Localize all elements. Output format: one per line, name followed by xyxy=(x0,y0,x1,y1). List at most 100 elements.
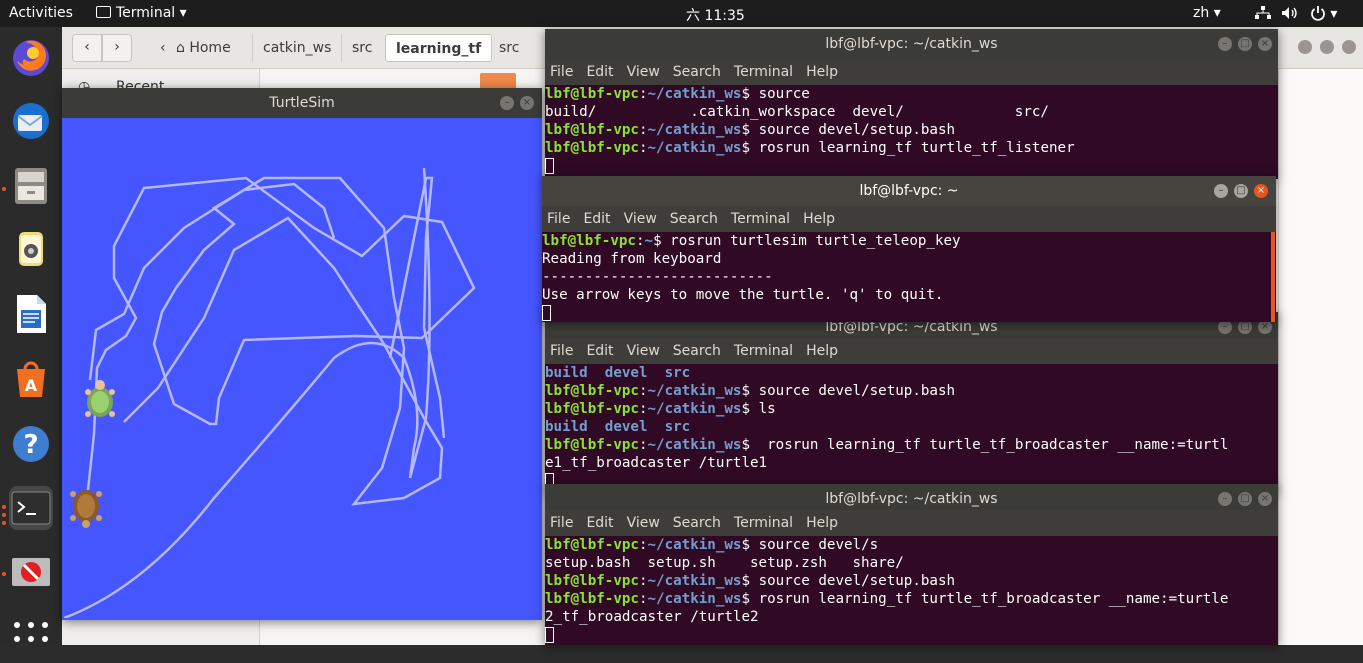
menu-terminal[interactable]: Terminal xyxy=(731,211,790,227)
terminal-titlebar[interactable]: lbf@lbf-vpc: ~/catkin_ws – □ × xyxy=(545,29,1278,59)
terminal-icon[interactable] xyxy=(9,486,53,530)
thunderbird-icon[interactable] xyxy=(9,99,53,143)
menu-file[interactable]: File xyxy=(550,515,573,531)
libreoffice-writer-icon[interactable] xyxy=(9,292,53,336)
crumb-learning-tf[interactable]: learning_tf xyxy=(385,34,493,62)
output-text: setup.bash setup.sh setup.zsh share/ xyxy=(545,555,904,571)
prompt-user: lbf@lbf-vpc xyxy=(545,537,639,553)
menu-edit[interactable]: Edit xyxy=(586,64,613,80)
prompt-symbol: $ xyxy=(741,591,751,607)
back-button[interactable]: ‹ xyxy=(72,34,102,62)
menu-edit[interactable]: Edit xyxy=(586,515,613,531)
clock[interactable]: 六 11:35 xyxy=(686,5,745,25)
menu-view[interactable]: View xyxy=(627,343,660,359)
input-method-menu[interactable]: zh ▾ xyxy=(1193,5,1221,21)
prompt-user: lbf@lbf-vpc xyxy=(545,383,639,399)
prompt-separator: : xyxy=(638,573,648,589)
app-menu[interactable]: Terminal ▾ xyxy=(96,5,187,21)
disabled-app-icon[interactable] xyxy=(9,550,53,594)
menu-bar: File Edit View Search Terminal Help xyxy=(542,206,1276,232)
menu-view[interactable]: View xyxy=(627,515,660,531)
menu-help[interactable]: Help xyxy=(806,64,838,80)
menu-file[interactable]: File xyxy=(547,211,570,227)
close-icon[interactable]: × xyxy=(1258,492,1272,506)
turtle1-icon xyxy=(82,380,118,420)
menu-help[interactable]: Help xyxy=(806,343,838,359)
close-icon[interactable] xyxy=(1342,40,1356,54)
firefox-icon[interactable] xyxy=(9,35,53,79)
files-icon[interactable] xyxy=(9,164,53,208)
close-icon[interactable]: × xyxy=(520,96,534,110)
minimize-icon[interactable]: – xyxy=(500,96,514,110)
text-cursor xyxy=(545,627,554,643)
menu-search[interactable]: Search xyxy=(670,211,718,227)
maximize-icon[interactable]: □ xyxy=(1238,37,1252,51)
terminal-line: lbf@lbf-vpc:~/catkin_ws$ source xyxy=(545,85,1278,103)
minimize-icon[interactable]: – xyxy=(1218,492,1232,506)
minimize-icon[interactable]: – xyxy=(1214,184,1228,198)
menu-search[interactable]: Search xyxy=(673,64,721,80)
command-text: source devel/setup.bash xyxy=(750,383,956,399)
menu-file[interactable]: File xyxy=(550,64,573,80)
directory-listing: build devel src xyxy=(545,365,691,381)
terminal-output[interactable]: lbf@lbf-vpc:~/catkin_ws$ source build/ .c… xyxy=(545,85,1278,179)
command-text: rosrun learning_tf turtle_tf_broadcaster… xyxy=(750,437,1229,453)
menu-terminal[interactable]: Terminal xyxy=(734,64,793,80)
terminal-titlebar[interactable]: lbf@lbf-vpc: ~ – □ × xyxy=(542,176,1276,206)
close-icon[interactable]: × xyxy=(1258,37,1272,51)
close-icon[interactable]: × xyxy=(1258,320,1272,334)
text-cursor xyxy=(545,158,554,174)
maximize-icon[interactable]: □ xyxy=(1234,184,1248,198)
prompt-symbol: $ xyxy=(741,86,751,102)
ubuntu-software-icon[interactable]: A xyxy=(9,357,53,401)
minimize-icon[interactable]: – xyxy=(1218,320,1232,334)
menu-terminal[interactable]: Terminal xyxy=(734,515,793,531)
crumb-home[interactable]: ⌂ Home xyxy=(166,34,241,62)
rhythmbox-icon[interactable] xyxy=(9,227,53,271)
help-icon[interactable]: ? xyxy=(9,422,53,466)
menu-help[interactable]: Help xyxy=(803,211,835,227)
crumb-src[interactable]: src xyxy=(341,34,382,62)
system-menu[interactable]: ▾ xyxy=(1255,5,1337,22)
menu-terminal[interactable]: Terminal xyxy=(734,343,793,359)
directory-listing: build devel src xyxy=(545,419,691,435)
scrollbar[interactable] xyxy=(1271,232,1275,322)
crumb-src-2[interactable]: src xyxy=(489,34,529,62)
menu-edit[interactable]: Edit xyxy=(586,343,613,359)
show-applications-grid-icon[interactable] xyxy=(9,615,53,659)
prompt-symbol: $ xyxy=(741,383,751,399)
crumb-catkin-ws[interactable]: catkin_ws xyxy=(252,34,341,62)
maximize-icon[interactable]: □ xyxy=(1238,320,1252,334)
terminal-line: build devel src xyxy=(545,364,1278,382)
terminal-output[interactable]: lbf@lbf-vpc:~/catkin_ws$ source devel/s s… xyxy=(545,536,1278,645)
terminal-output[interactable]: lbf@lbf-vpc:~$ rosrun turtlesim turtle_t… xyxy=(542,232,1276,322)
menu-search[interactable]: Search xyxy=(673,515,721,531)
turtlesim-titlebar[interactable]: TurtleSim – × xyxy=(62,88,542,118)
maximize-icon[interactable]: □ xyxy=(1238,492,1252,506)
terminal-output[interactable]: build devel src lbf@lbf-vpc:~/catkin_ws$ … xyxy=(545,364,1278,492)
prompt-symbol: $ xyxy=(741,573,751,589)
minimize-icon[interactable] xyxy=(1298,40,1312,54)
minimize-icon[interactable]: – xyxy=(1218,37,1232,51)
terminal-line: lbf@lbf-vpc:~/catkin_ws$ source devel/se… xyxy=(545,382,1278,400)
prompt-path: ~ xyxy=(644,233,654,249)
terminal-line xyxy=(542,304,1276,322)
svg-text:?: ? xyxy=(23,430,38,460)
menu-bar: File Edit View Search Terminal Help xyxy=(545,59,1278,85)
window-title: lbf@lbf-vpc: ~/catkin_ws xyxy=(825,491,998,507)
prompt-user: lbf@lbf-vpc xyxy=(545,140,639,156)
prompt-user: lbf@lbf-vpc xyxy=(545,591,639,607)
close-icon[interactable]: × xyxy=(1254,184,1268,198)
menu-view[interactable]: View xyxy=(624,211,657,227)
running-indicator xyxy=(2,505,6,509)
menu-edit[interactable]: Edit xyxy=(583,211,610,227)
forward-button[interactable]: › xyxy=(102,34,132,62)
command-text: source devel/s xyxy=(750,537,879,553)
menu-file[interactable]: File xyxy=(550,343,573,359)
menu-view[interactable]: View xyxy=(627,64,660,80)
menu-help[interactable]: Help xyxy=(806,515,838,531)
activities-button[interactable]: Activities xyxy=(9,5,73,21)
prompt-user: lbf@lbf-vpc xyxy=(545,401,639,417)
maximize-icon[interactable] xyxy=(1320,40,1334,54)
menu-search[interactable]: Search xyxy=(673,343,721,359)
